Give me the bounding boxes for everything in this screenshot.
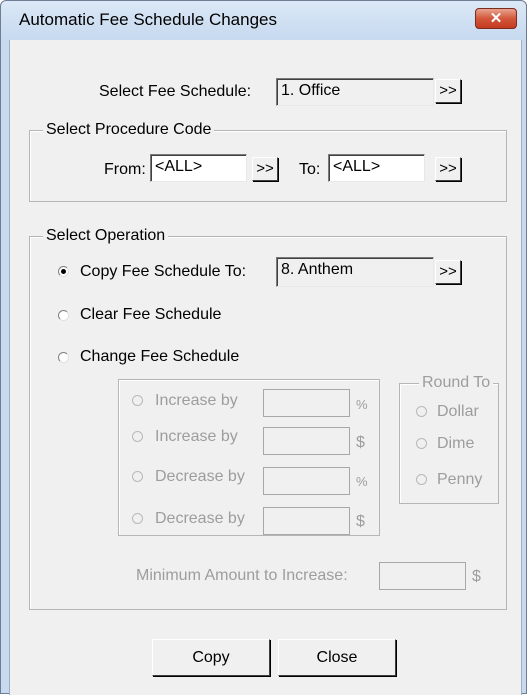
copy-target-browse-button[interactable]: >> xyxy=(435,260,461,284)
operation-legend: Select Operation xyxy=(43,226,169,246)
unit-label: $ xyxy=(356,513,365,530)
to-code-input[interactable]: <ALL> xyxy=(328,154,425,182)
change-radio[interactable] xyxy=(58,352,69,363)
round-to-legend: Round To xyxy=(419,373,494,393)
title-bar: Automatic Fee Schedule Changes ✕ xyxy=(1,1,526,39)
increase-percent-input[interactable] xyxy=(263,389,350,417)
round-dime-radio[interactable] xyxy=(416,438,427,449)
from-label: From: xyxy=(104,161,146,178)
increase-percent-radio[interactable] xyxy=(132,395,143,406)
window-title: Automatic Fee Schedule Changes xyxy=(19,10,277,29)
to-label: To: xyxy=(299,161,321,178)
to-code-browse-button[interactable]: >> xyxy=(435,157,461,181)
close-button[interactable]: Close xyxy=(278,639,396,676)
clear-option-label: Clear Fee Schedule xyxy=(80,306,222,323)
from-code-browse-button[interactable]: >> xyxy=(252,157,278,181)
increase-dollar-radio[interactable] xyxy=(132,431,143,442)
unit-label: $ xyxy=(356,434,365,451)
fee-schedule-field: 1. Office xyxy=(276,78,434,106)
radio-selected-dot xyxy=(61,269,66,274)
unit-label: % xyxy=(356,397,368,412)
unit-label: % xyxy=(356,474,368,489)
adjustment-label: Increase by xyxy=(155,392,238,409)
adjustment-label: Decrease by xyxy=(155,510,245,527)
change-option-label: Change Fee Schedule xyxy=(80,348,240,365)
round-option-label: Dime xyxy=(437,435,475,452)
decrease-dollar-radio[interactable] xyxy=(132,513,143,524)
fee-schedule-label: Select Fee Schedule: xyxy=(99,83,252,100)
fee-schedule-browse-button[interactable]: >> xyxy=(435,79,461,103)
decrease-percent-input[interactable] xyxy=(263,467,350,495)
round-option-label: Dollar xyxy=(437,403,479,420)
dialog-body: Select Fee Schedule: 1. Office >> Select… xyxy=(9,40,522,695)
adjustment-label: Increase by xyxy=(155,428,238,445)
increase-dollar-input[interactable] xyxy=(263,427,350,455)
copy-target-field: 8. Anthem xyxy=(276,257,434,287)
round-option-label: Penny xyxy=(437,471,483,488)
minimum-amount-label: Minimum Amount to Increase: xyxy=(136,567,348,584)
close-icon[interactable]: ✕ xyxy=(475,8,517,29)
round-dollar-radio[interactable] xyxy=(416,406,427,417)
procedure-code-legend: Select Procedure Code xyxy=(43,120,215,140)
decrease-dollar-input[interactable] xyxy=(263,507,350,535)
from-code-input[interactable]: <ALL> xyxy=(150,154,247,182)
copy-option-label: Copy Fee Schedule To: xyxy=(80,263,247,280)
round-penny-radio[interactable] xyxy=(416,474,427,485)
minimum-unit-label: $ xyxy=(472,568,481,585)
clear-radio[interactable] xyxy=(58,310,69,321)
copy-button[interactable]: Copy xyxy=(152,639,270,676)
minimum-amount-input[interactable] xyxy=(379,562,466,590)
decrease-percent-radio[interactable] xyxy=(132,471,143,482)
dialog-window: Automatic Fee Schedule Changes ✕ Select … xyxy=(0,0,527,695)
copy-radio[interactable] xyxy=(58,266,69,277)
adjustment-label: Decrease by xyxy=(155,468,245,485)
